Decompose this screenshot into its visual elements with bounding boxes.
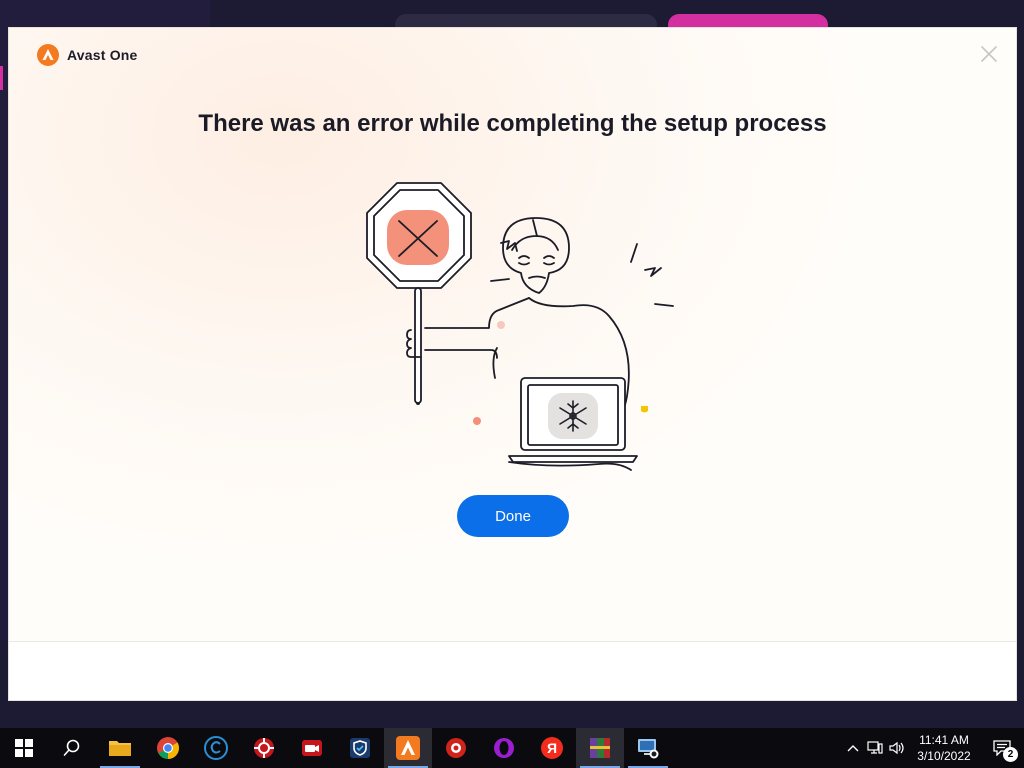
ccleaner-icon <box>204 736 228 760</box>
avast-icon <box>396 736 420 760</box>
setup-error-dialog: Avast One There was an error while compl… <box>8 27 1017 701</box>
taskbar-chrome[interactable] <box>144 728 192 768</box>
folder-icon <box>109 741 131 756</box>
taskbar-shield-app[interactable] <box>336 728 384 768</box>
clock-time: 11:41 AM <box>919 733 969 747</box>
network-icon <box>867 741 883 754</box>
yandex-icon: Я <box>541 737 563 759</box>
taskbar-opera[interactable] <box>480 728 528 768</box>
red-gear-icon <box>254 738 274 758</box>
opera-icon <box>494 738 514 758</box>
windows-logo-icon <box>15 739 33 757</box>
monitor-icon <box>638 739 659 759</box>
error-illustration <box>366 182 674 471</box>
background-edge <box>1017 26 1024 640</box>
taskbar-file-explorer[interactable] <box>96 728 144 768</box>
decor-dot <box>473 417 481 425</box>
taskbar-avast-one[interactable] <box>384 728 432 768</box>
taskbar-yandex[interactable]: Я <box>528 728 576 768</box>
decor-shield <box>641 406 648 413</box>
search-icon <box>63 739 80 756</box>
winrar-icon <box>590 738 610 758</box>
background-accent <box>0 66 3 90</box>
close-icon <box>981 46 997 62</box>
notification-count-badge: 2 <box>1003 747 1018 762</box>
taskbar-ccleaner[interactable] <box>192 728 240 768</box>
taskbar-red-gear-app[interactable] <box>240 728 288 768</box>
show-hidden-icons-button[interactable] <box>842 728 864 768</box>
error-title: There was an error while completing the … <box>198 110 827 137</box>
brand-name: Avast One <box>67 47 138 63</box>
volume-button[interactable] <box>886 728 908 768</box>
chrome-icon <box>157 737 179 759</box>
speaker-icon <box>889 741 904 755</box>
start-button[interactable] <box>0 728 48 768</box>
taskbar-clock[interactable]: 11:41 AM 3/10/2022 <box>908 732 980 764</box>
taskbar-winrar[interactable] <box>576 728 624 768</box>
windows-taskbar: Я 11:41 AM 3/10/2022 2 <box>0 728 1024 768</box>
brand-header: Avast One <box>37 43 138 67</box>
decor-dot <box>497 321 505 329</box>
action-center-button[interactable]: 2 <box>980 728 1024 768</box>
taskbar-red-circle-app[interactable] <box>432 728 480 768</box>
red-circle-icon <box>446 738 466 758</box>
taskbar-remote-desktop[interactable] <box>624 728 672 768</box>
avast-logo-icon <box>37 44 59 66</box>
done-button[interactable]: Done <box>457 495 569 537</box>
close-button[interactable] <box>977 42 1001 66</box>
video-camera-icon <box>302 740 322 756</box>
dialog-footer-area <box>9 641 1016 700</box>
network-button[interactable] <box>864 728 886 768</box>
clock-date: 3/10/2022 <box>917 749 971 763</box>
shield-icon <box>350 738 370 758</box>
search-button[interactable] <box>48 728 96 768</box>
svg-text:Я: Я <box>547 740 557 756</box>
system-tray: 11:41 AM 3/10/2022 2 <box>842 728 1024 768</box>
chevron-up-icon <box>847 745 859 752</box>
taskbar-screen-recorder[interactable] <box>288 728 336 768</box>
